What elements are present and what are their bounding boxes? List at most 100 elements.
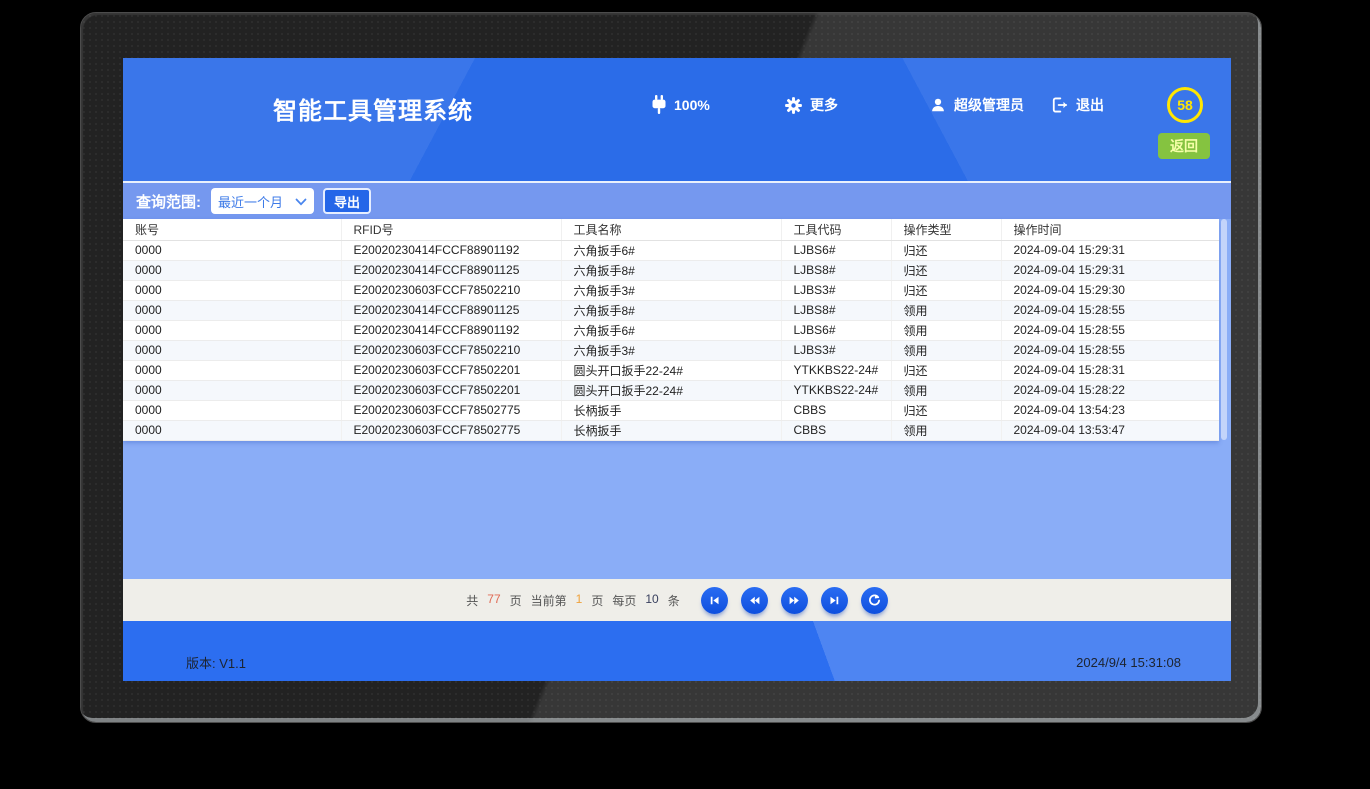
app-header: 智能工具管理系统 100%: [123, 58, 1231, 181]
version-value: V1.1: [219, 656, 246, 671]
table-cell: 六角扳手6#: [561, 240, 781, 260]
table-cell: LJBS8#: [781, 300, 891, 320]
table-row[interactable]: 0000E20020230603FCCF78502210六角扳手3#LJBS3#…: [123, 340, 1219, 360]
table-cell: 领用: [891, 340, 1001, 360]
date-range-select[interactable]: 最近一个月: [211, 188, 314, 214]
table-cell: 领用: [891, 300, 1001, 320]
table-cell: YTKKBS22-24#: [781, 380, 891, 400]
pagination-bar: 共 77 页 当前第 1 页 每页 10 条: [123, 579, 1231, 621]
query-range-label: 查询范围:: [136, 191, 201, 212]
table-cell: 2024-09-04 13:53:47: [1001, 420, 1219, 440]
version-text: 版本: V1.1: [186, 653, 246, 672]
table-row[interactable]: 0000E20020230414FCCF88901192六角扳手6#LJBS6#…: [123, 240, 1219, 260]
table-cell: 六角扳手6#: [561, 320, 781, 340]
table-cell: 2024-09-04 15:28:55: [1001, 300, 1219, 320]
user-menu[interactable]: 超级管理员: [929, 94, 1024, 116]
clock-text: 2024/9/4 15:31:08: [1076, 655, 1181, 670]
refresh-button[interactable]: [861, 587, 888, 614]
table-cell: E20020230603FCCF78502201: [341, 380, 561, 400]
pages-unit: 页: [510, 592, 522, 609]
table-cell: 归还: [891, 260, 1001, 280]
last-page-button[interactable]: [821, 587, 848, 614]
table-cell: E20020230414FCCF88901125: [341, 300, 561, 320]
more-label: 更多: [810, 95, 838, 115]
power-plug-icon: [651, 95, 667, 115]
page-title: 智能工具管理系统: [273, 91, 473, 126]
current-page: 1: [576, 592, 583, 609]
countdown-badge: 58: [1167, 87, 1203, 123]
table-cell: 0000: [123, 260, 341, 280]
tablet-frame: 智能工具管理系统 100%: [80, 12, 1262, 723]
table-cell: CBBS: [781, 420, 891, 440]
table-cell: YTKKBS22-24#: [781, 360, 891, 380]
table-row[interactable]: 0000E20020230603FCCF78502775长柄扳手CBBS领用20…: [123, 420, 1219, 440]
battery-level: 100%: [674, 97, 710, 113]
first-page-icon: [707, 593, 722, 608]
table-cell: LJBS3#: [781, 340, 891, 360]
column-header: 账号: [123, 219, 341, 240]
table-cell: 0000: [123, 300, 341, 320]
app-screen: 智能工具管理系统 100%: [123, 58, 1231, 681]
table-cell: 归还: [891, 360, 1001, 380]
column-header: 工具代码: [781, 219, 891, 240]
table-cell: 归还: [891, 280, 1001, 300]
next-page-button[interactable]: [781, 587, 808, 614]
table-cell: 0000: [123, 320, 341, 340]
table-cell: 长柄扳手: [561, 420, 781, 440]
table-cell: 2024-09-04 15:28:55: [1001, 320, 1219, 340]
total-pages: 77: [487, 592, 500, 609]
current-label: 当前第: [531, 592, 567, 609]
table-scrollbar[interactable]: [1221, 219, 1227, 440]
table-cell: 长柄扳手: [561, 400, 781, 420]
table-cell: 2024-09-04 15:29:31: [1001, 240, 1219, 260]
gear-icon: [784, 96, 803, 115]
records-table-wrap: 账号RFID号工具名称工具代码操作类型操作时间 0000E20020230414…: [123, 219, 1231, 441]
chevron-down-icon: [295, 194, 307, 209]
table-cell: 2024-09-04 13:54:23: [1001, 400, 1219, 420]
table-row[interactable]: 0000E20020230603FCCF78502210六角扳手3#LJBS3#…: [123, 280, 1219, 300]
table-cell: 2024-09-04 15:28:55: [1001, 340, 1219, 360]
table-cell: 0000: [123, 240, 341, 260]
export-button[interactable]: 导出: [323, 188, 371, 214]
table-row[interactable]: 0000E20020230603FCCF78502201圆头开口扳手22-24#…: [123, 360, 1219, 380]
table-row[interactable]: 0000E20020230603FCCF78502201圆头开口扳手22-24#…: [123, 380, 1219, 400]
table-cell: 0000: [123, 380, 341, 400]
refresh-icon: [867, 593, 882, 608]
logout-icon: [1051, 96, 1069, 114]
table-cell: LJBS6#: [781, 240, 891, 260]
per-page-value: 10: [645, 592, 658, 609]
table-cell: LJBS3#: [781, 280, 891, 300]
table-cell: 0000: [123, 360, 341, 380]
table-cell: 领用: [891, 320, 1001, 340]
table-row[interactable]: 0000E20020230414FCCF88901125六角扳手8#LJBS8#…: [123, 300, 1219, 320]
table-cell: LJBS6#: [781, 320, 891, 340]
first-page-button[interactable]: [701, 587, 728, 614]
table-cell: 圆头开口扳手22-24#: [561, 380, 781, 400]
table-cell: E20020230603FCCF78502210: [341, 280, 561, 300]
back-button[interactable]: 返回: [1158, 133, 1210, 159]
table-row[interactable]: 0000E20020230414FCCF88901192六角扳手6#LJBS6#…: [123, 320, 1219, 340]
table-cell: 六角扳手8#: [561, 260, 781, 280]
more-button[interactable]: 更多: [784, 94, 838, 116]
table-cell: 0000: [123, 340, 341, 360]
table-cell: E20020230414FCCF88901125: [341, 260, 561, 280]
date-range-value: 最近一个月: [218, 192, 283, 211]
table-cell: E20020230603FCCF78502210: [341, 340, 561, 360]
table-cell: 归还: [891, 240, 1001, 260]
table-row[interactable]: 0000E20020230414FCCF88901125六角扳手8#LJBS8#…: [123, 260, 1219, 280]
table-cell: 六角扳手8#: [561, 300, 781, 320]
table-cell: E20020230603FCCF78502201: [341, 360, 561, 380]
prev-page-icon: [747, 593, 762, 608]
table-cell: 2024-09-04 15:28:31: [1001, 360, 1219, 380]
records-table: 账号RFID号工具名称工具代码操作类型操作时间 0000E20020230414…: [123, 219, 1219, 441]
table-cell: 领用: [891, 380, 1001, 400]
last-page-icon: [827, 593, 842, 608]
table-cell: 圆头开口扳手22-24#: [561, 360, 781, 380]
table-cell: 0000: [123, 420, 341, 440]
prev-page-button[interactable]: [741, 587, 768, 614]
logout-button[interactable]: 退出: [1051, 94, 1104, 116]
app-footer: 版本: V1.1 2024/9/4 15:31:08: [123, 621, 1231, 681]
table-row[interactable]: 0000E20020230603FCCF78502775长柄扳手CBBS归还20…: [123, 400, 1219, 420]
version-label: 版本:: [186, 656, 216, 671]
table-cell: CBBS: [781, 400, 891, 420]
